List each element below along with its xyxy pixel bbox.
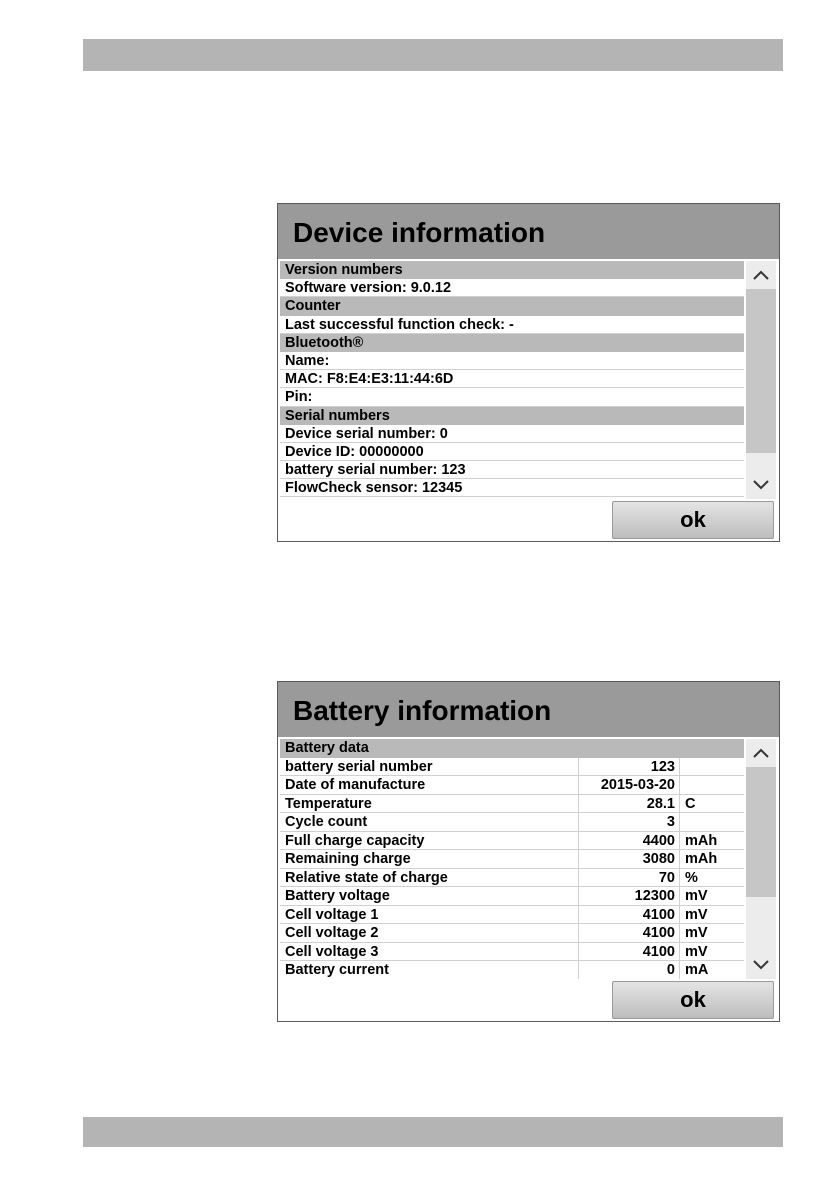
row-unit: mV: [685, 943, 708, 960]
chevron-up-icon[interactable]: [746, 261, 776, 289]
table-row[interactable]: Battery current 0 mA: [280, 961, 744, 979]
device-info-list[interactable]: Version numbers Software version: 9.0.12 C…: [280, 261, 744, 499]
table-row[interactable]: battery serial number 123: [280, 757, 744, 776]
row-unit: [680, 758, 744, 776]
list-item[interactable]: Device ID: 00000000: [280, 443, 744, 462]
chevron-up-icon[interactable]: [746, 739, 776, 767]
row-value: 4100: [579, 942, 680, 960]
row-label: Date of manufacture: [280, 776, 579, 794]
table-row[interactable]: Date of manufacture 2015-03-20: [280, 776, 744, 795]
dialog-title: Battery information: [278, 682, 779, 737]
row-label: Cell voltage 3: [280, 942, 579, 960]
row-value: 0: [579, 961, 680, 979]
row-value: 2015-03-20: [579, 776, 680, 794]
scrollbar[interactable]: [746, 261, 776, 499]
table-row[interactable]: Cycle count 3: [280, 813, 744, 832]
list-item[interactable]: FlowCheck sensor: 12345: [280, 479, 744, 498]
scrollbar[interactable]: [746, 739, 776, 979]
table-row[interactable]: Remaining charge 3080 mAh: [280, 850, 744, 869]
list-item[interactable]: MAC: F8:E4:E3:11:44:6D: [280, 370, 744, 389]
list-item[interactable]: Device serial number: 0: [280, 425, 744, 443]
row-unit: mV: [685, 925, 708, 941]
table-row[interactable]: Battery voltage 12300 mV: [280, 887, 744, 906]
row-unit: mA: [685, 962, 709, 978]
row-value: 70: [579, 868, 680, 886]
row-label: Remaining charge: [280, 850, 579, 868]
chevron-down-icon[interactable]: [746, 471, 776, 499]
row-unit: [680, 813, 744, 831]
table-row[interactable]: Cell voltage 3 4100 mV: [280, 942, 744, 961]
row-unit: [680, 776, 744, 794]
page-footer-bar: [83, 1117, 783, 1147]
row-value: 28.1: [579, 794, 680, 812]
row-label: Temperature: [280, 794, 579, 812]
row-label: Full charge capacity: [280, 831, 579, 849]
row-label: Cell voltage 2: [280, 924, 579, 942]
row-unit: mAh: [685, 832, 718, 849]
scroll-thumb[interactable]: [746, 289, 776, 453]
section-header: Counter: [280, 297, 744, 316]
row-label: Cycle count: [280, 813, 579, 831]
battery-data-table[interactable]: Battery data battery serial number 123 Dat…: [280, 739, 744, 979]
row-label: Cell voltage 1: [280, 905, 579, 923]
row-value: 3080: [579, 850, 680, 868]
row-value: 123: [579, 757, 680, 775]
list-item[interactable]: Pin:: [280, 388, 744, 407]
row-value: 4100: [579, 905, 680, 923]
row-unit: mAh: [685, 851, 718, 867]
list-item[interactable]: Software version: 9.0.12: [280, 279, 744, 298]
row-value: 3: [579, 813, 680, 831]
row-value: 4100: [579, 924, 680, 942]
section-header: Version numbers: [280, 261, 744, 280]
row-unit: C: [685, 795, 696, 812]
row-value: 4400: [579, 831, 680, 849]
list-item[interactable]: Last successful function check: -: [280, 316, 744, 334]
row-value: 12300: [579, 887, 680, 905]
section-header: Bluetooth®: [280, 333, 744, 352]
row-label: Battery voltage: [280, 887, 579, 905]
table-row[interactable]: Cell voltage 2 4100 mV: [280, 924, 744, 943]
section-header: Battery data: [280, 739, 744, 758]
section-header: Serial numbers: [280, 406, 744, 425]
ok-button[interactable]: ok: [612, 501, 774, 539]
list-item[interactable]: Name:: [280, 352, 744, 371]
table-row[interactable]: Full charge capacity 4400 mAh: [280, 831, 744, 850]
device-information-dialog: Device information Version numbers Softwa…: [277, 203, 780, 542]
row-unit: %: [685, 869, 698, 886]
table-row[interactable]: Cell voltage 1 4100 mV: [280, 905, 744, 924]
ok-button[interactable]: ok: [612, 981, 774, 1019]
page-header-bar: [83, 39, 783, 71]
row-label: battery serial number: [280, 757, 579, 775]
list-item[interactable]: battery serial number: 123: [280, 461, 744, 480]
row-unit: mV: [685, 906, 708, 923]
row-label: Relative state of charge: [280, 868, 579, 886]
row-unit: mV: [685, 888, 708, 904]
row-label: Battery current: [280, 961, 579, 979]
table-row[interactable]: Relative state of charge 70%: [280, 868, 744, 887]
battery-information-dialog: Battery information Battery data battery…: [277, 681, 780, 1022]
chevron-down-icon[interactable]: [746, 951, 776, 979]
table-row[interactable]: Temperature 28.1 C: [280, 794, 744, 813]
scroll-thumb[interactable]: [746, 767, 776, 897]
dialog-title: Device information: [278, 204, 779, 259]
